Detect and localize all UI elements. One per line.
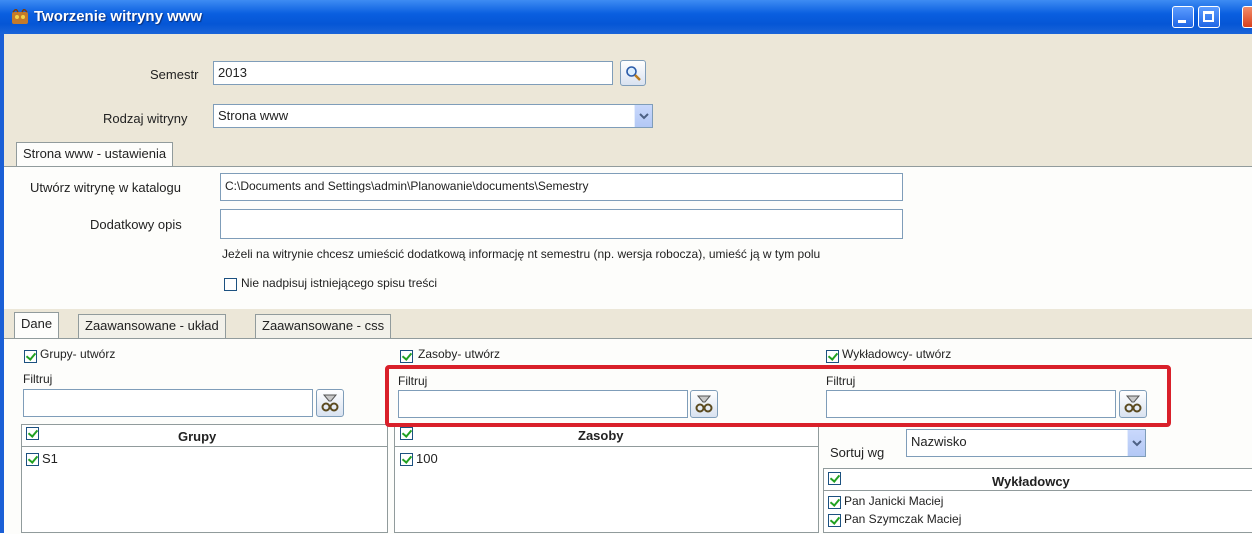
- grupy-select-all-checkbox[interactable]: [26, 427, 39, 440]
- maximize-icon: [1203, 11, 1214, 22]
- title-bar[interactable]: Tworzenie witryny www: [0, 0, 1252, 34]
- wykladowcy-item-checkbox[interactable]: [828, 496, 841, 509]
- divider: [824, 490, 1252, 491]
- grupy-header: Grupy: [178, 429, 217, 444]
- maximize-button[interactable]: [1198, 6, 1220, 28]
- tab-zaawansowane-css[interactable]: Zaawansowane - css: [255, 314, 392, 338]
- chevron-down-icon: [638, 113, 649, 120]
- wykladowcy-item-checkbox[interactable]: [828, 514, 841, 527]
- close-button[interactable]: [1242, 6, 1252, 28]
- rodzaj-dropdown-button[interactable]: [634, 105, 652, 127]
- divider: [22, 446, 387, 447]
- zasoby-create-label: Zasoby- utwórz: [418, 347, 501, 361]
- nadpisuj-label: Nie nadpisuj istniejącego spisu treści: [241, 276, 438, 290]
- chevron-down-icon: [1131, 440, 1142, 447]
- list-item[interactable]: S1: [42, 451, 58, 466]
- katalog-label: Utwórz witrynę w katalogu: [30, 180, 181, 195]
- list-item[interactable]: 100: [416, 451, 438, 466]
- divider: [395, 446, 818, 447]
- window: Tworzenie witryny www Semestr 2013 Rodza…: [0, 0, 1252, 534]
- opis-hint: Jeżeli na witrynie chcesz umieścić dodat…: [222, 247, 821, 261]
- grupy-create-label: Grupy- utwórz: [40, 347, 116, 361]
- wykladowcy-create-checkbox[interactable]: [826, 350, 839, 363]
- semestr-search-button[interactable]: [620, 60, 646, 86]
- tab-dane[interactable]: Dane: [14, 312, 60, 338]
- minimize-button[interactable]: [1172, 6, 1194, 28]
- tab-zaawansowane-uklad[interactable]: Zaawansowane - układ: [78, 314, 226, 338]
- zasoby-create-checkbox[interactable]: [400, 350, 413, 363]
- katalog-field[interactable]: C:\Documents and Settings\admin\Planowan…: [220, 173, 903, 201]
- grupy-create-checkbox[interactable]: [24, 350, 37, 363]
- tab-strona-www-ustawienia[interactable]: Strona www - ustawienia: [16, 142, 174, 167]
- zasoby-item-checkbox[interactable]: [400, 453, 413, 466]
- sort-label: Sortuj wg: [830, 445, 885, 460]
- rodzaj-select[interactable]: Strona www: [213, 104, 653, 128]
- app-icon: [12, 9, 28, 24]
- rodzaj-label: Rodzaj witryny: [103, 111, 188, 126]
- semestr-field[interactable]: 2013: [213, 61, 613, 85]
- zasoby-header: Zasoby: [578, 428, 624, 443]
- grupy-item-checkbox[interactable]: [26, 453, 39, 466]
- window-title: Tworzenie witryny www: [34, 8, 203, 25]
- opis-label: Dodatkowy opis: [90, 217, 182, 232]
- wykladowcy-select-all-checkbox[interactable]: [828, 472, 841, 485]
- grupy-filter-button[interactable]: [316, 389, 344, 417]
- nadpisuj-checkbox[interactable]: [224, 278, 237, 291]
- binoculars-filter-icon: [321, 394, 339, 412]
- sort-dropdown-button[interactable]: [1127, 430, 1145, 456]
- opis-field[interactable]: [220, 209, 903, 239]
- highlight-annotation: [385, 365, 1171, 427]
- sort-select[interactable]: Nazwisko: [906, 429, 1146, 457]
- list-item[interactable]: Pan Szymczak Maciej: [844, 512, 961, 526]
- search-icon: [626, 66, 641, 81]
- grupy-filter-label: Filtruj: [23, 372, 53, 386]
- sort-value: Nazwisko: [911, 434, 967, 449]
- list-item[interactable]: Pan Janicki Maciej: [844, 494, 943, 508]
- zasoby-select-all-checkbox[interactable]: [400, 427, 413, 440]
- wykladowcy-header: Wykładowcy: [992, 474, 1070, 489]
- rodzaj-value: Strona www: [218, 108, 289, 123]
- wykladowcy-create-label: Wykładowcy- utwórz: [842, 347, 952, 361]
- minimize-icon: [1178, 20, 1186, 23]
- grupy-filter-input[interactable]: [23, 389, 313, 417]
- semestr-label: Semestr: [150, 67, 199, 82]
